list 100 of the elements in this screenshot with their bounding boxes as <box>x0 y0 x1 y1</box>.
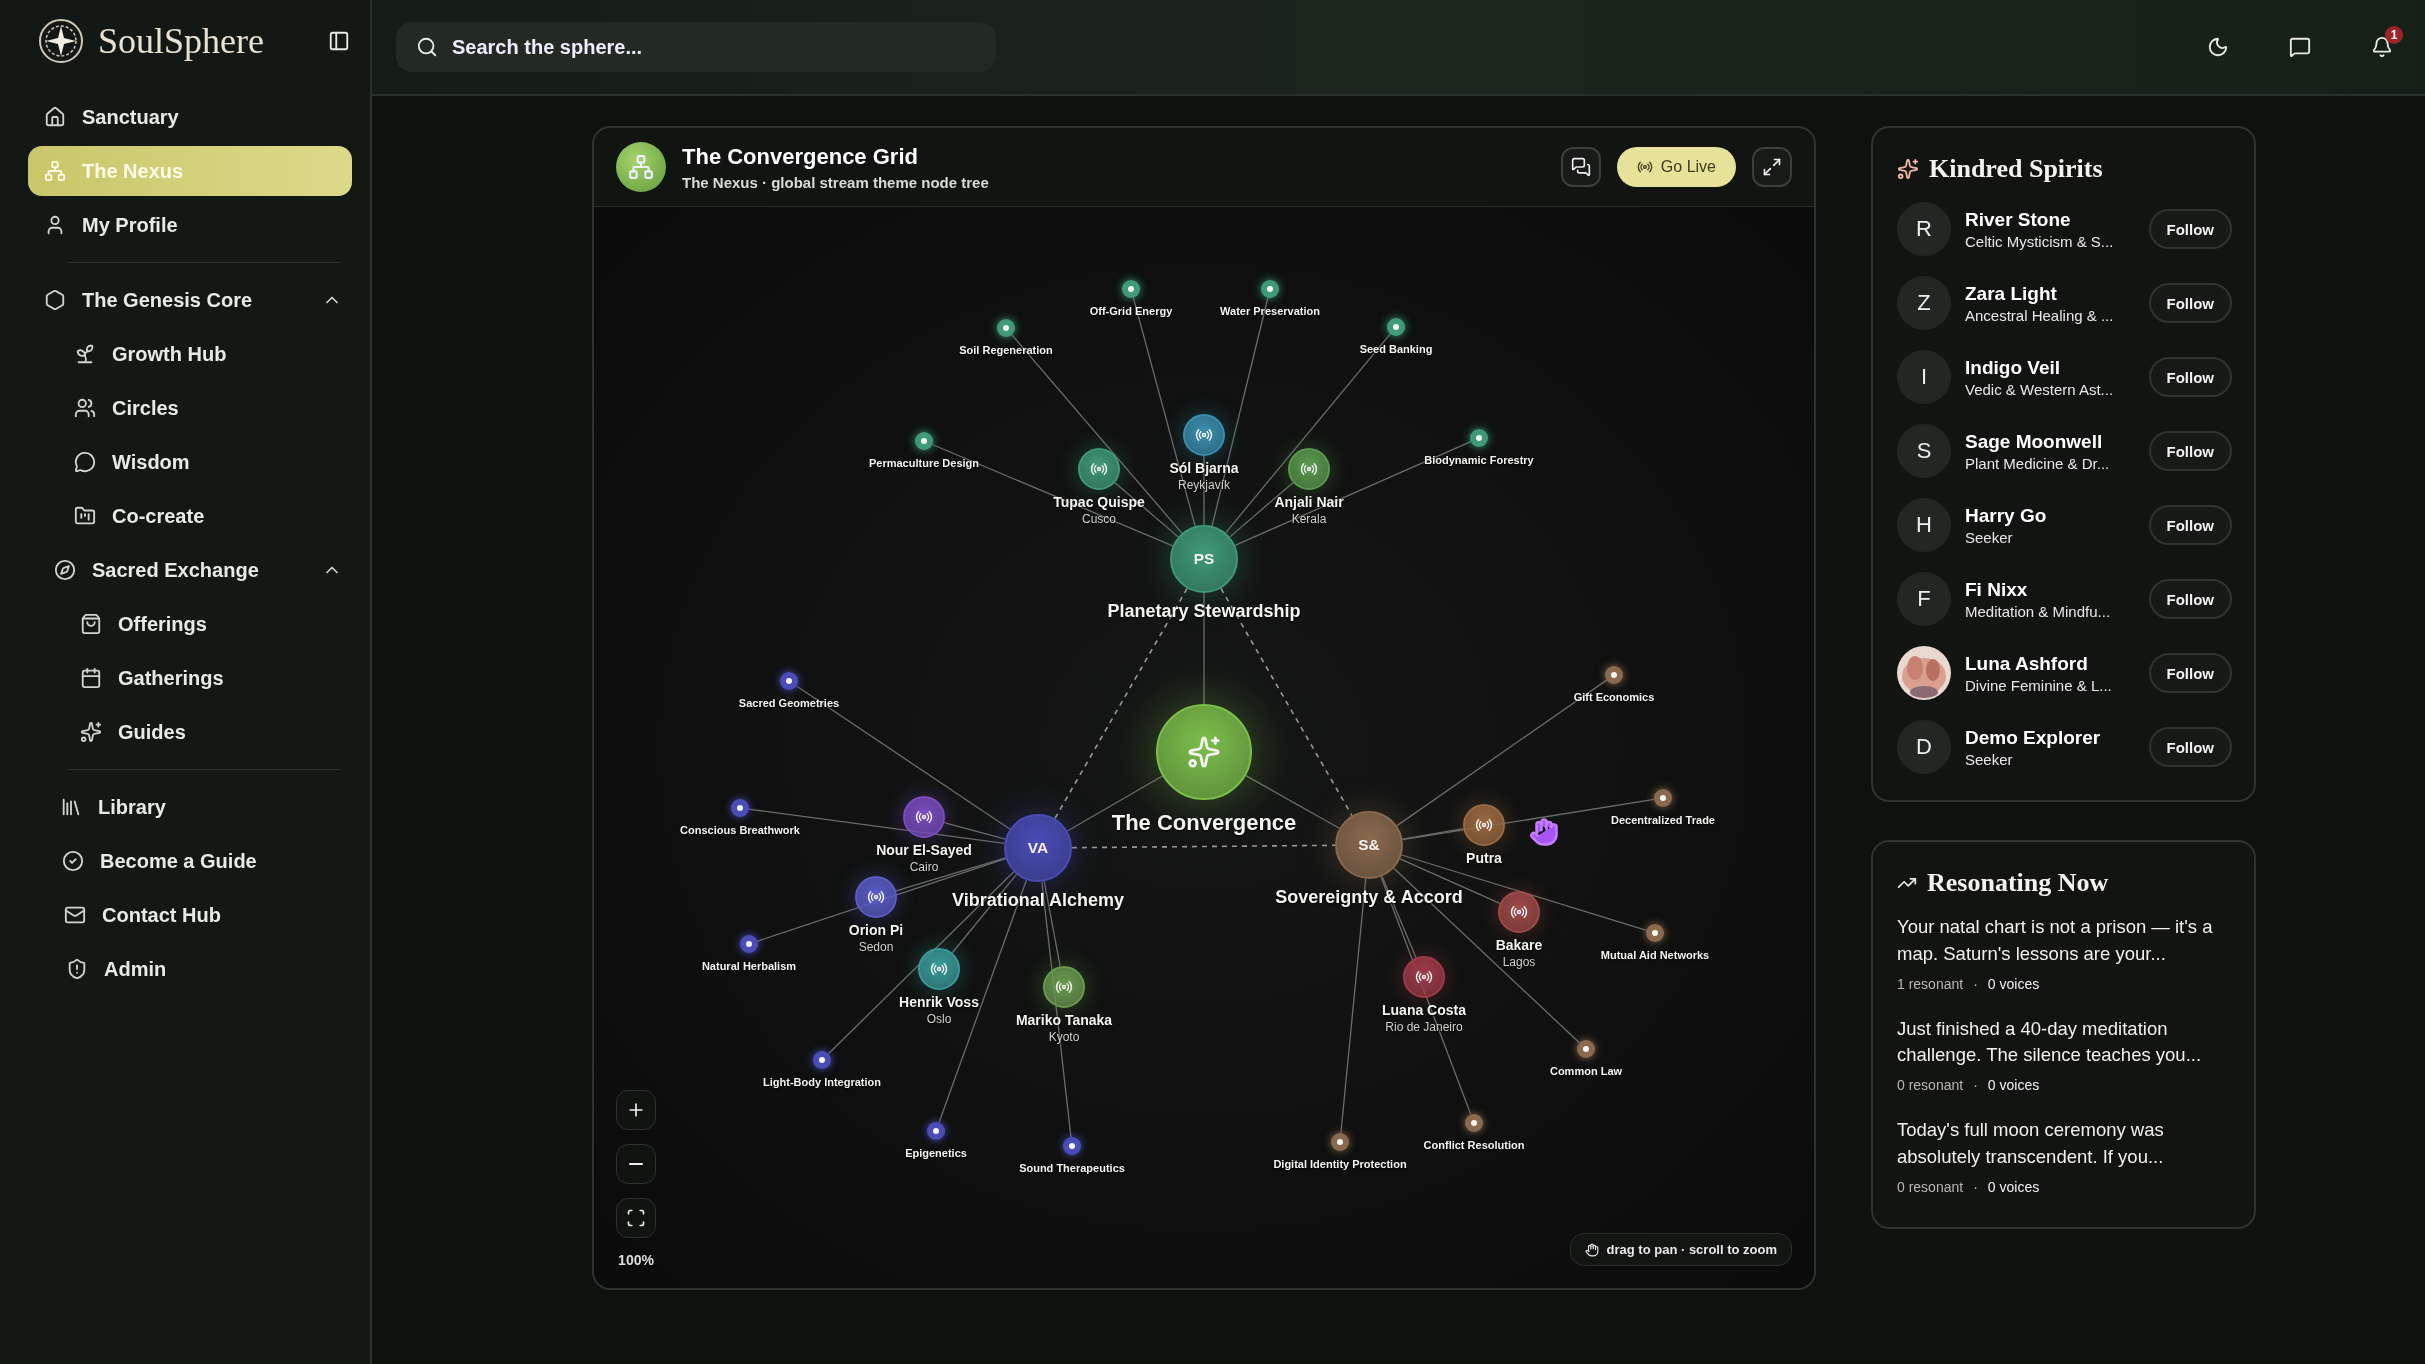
voices-count: 0 voices <box>1987 1077 2040 1094</box>
nav-item[interactable]: Guides <box>28 707 352 757</box>
topic-node[interactable] <box>1654 789 1672 807</box>
node-label: Vibrational Alchemy <box>951 890 1125 911</box>
topic-node[interactable] <box>813 1051 831 1069</box>
broadcast-icon <box>1195 426 1213 444</box>
topic-node[interactable] <box>1577 1040 1595 1058</box>
stream-node[interactable] <box>918 948 960 990</box>
broadcast-icon <box>1510 903 1528 921</box>
topic-node[interactable] <box>1261 280 1279 298</box>
follow-button[interactable]: Follow <box>2148 579 2232 619</box>
follow-button[interactable]: Follow <box>2148 653 2232 693</box>
stream-node[interactable] <box>855 876 897 918</box>
node-label: Light-Body Integration <box>763 1076 881 1088</box>
follow-button[interactable]: Follow <box>2148 505 2232 545</box>
nav-item[interactable]: Sanctuary <box>28 92 352 142</box>
stream-node[interactable] <box>1463 804 1505 846</box>
nav-item[interactable]: Library <box>28 782 352 832</box>
nav-item[interactable]: Wisdom <box>28 437 352 487</box>
node-label: Conflict Resolution <box>1423 1139 1525 1151</box>
search-field[interactable]: Search the sphere... <box>396 22 996 72</box>
person-name: Sage Moonwell <box>1965 430 2104 453</box>
connector-line <box>1203 455 1205 526</box>
fit-view-button[interactable] <box>616 1198 656 1238</box>
expand-button[interactable] <box>1752 147 1792 187</box>
streamer-name: Putra <box>1466 850 1502 866</box>
topic-node[interactable] <box>1331 1133 1349 1151</box>
streamer-city: Kerala <box>1291 512 1327 526</box>
topic-node[interactable] <box>1646 924 1664 942</box>
theme-node[interactable]: S& <box>1335 811 1403 879</box>
stream-node[interactable] <box>1043 966 1085 1008</box>
topic-node[interactable] <box>1122 280 1140 298</box>
node-label: Gift Economics <box>1573 691 1655 703</box>
broadcast-icon <box>915 808 933 826</box>
follow-button[interactable]: Follow <box>2148 431 2232 471</box>
person-tagline: Seeker <box>1965 528 2014 546</box>
stream-node[interactable] <box>1288 448 1330 490</box>
streamer-name: Anjali Nair <box>1274 494 1344 510</box>
notification-count: 1 <box>2385 26 2403 44</box>
topic-node[interactable] <box>1470 429 1488 447</box>
stream-node[interactable] <box>1498 891 1540 933</box>
zoom-level: 100% <box>618 1252 654 1268</box>
nav-item[interactable]: Co-create <box>28 491 352 541</box>
avatar: S <box>1897 424 1951 478</box>
post-excerpt[interactable]: Just finished a 40-day meditation challenge. The silence teaches you... <box>1897 1015 2232 1070</box>
node-label: Soil Regeneration <box>959 344 1053 356</box>
node-label: Seed Banking <box>1359 343 1433 355</box>
collapse-sidebar-icon[interactable] <box>328 30 350 52</box>
topic-node[interactable] <box>997 319 1015 337</box>
nav-group[interactable]: Sacred Exchange <box>28 545 352 595</box>
voices-count: 0 voices <box>1987 975 2040 992</box>
nav-item[interactable]: Gatherings <box>28 653 352 703</box>
stream-node[interactable] <box>1403 956 1445 998</box>
post-excerpt[interactable]: Your natal chart is not a prison — it's a map. Saturn's lessons are your... <box>1897 914 2232 968</box>
nav-item[interactable]: Become a Guide <box>28 836 352 886</box>
topic-node[interactable] <box>915 432 933 450</box>
chat-button[interactable] <box>1560 147 1601 187</box>
shield-icon <box>66 958 88 980</box>
topic-node[interactable] <box>731 799 749 817</box>
nav-item[interactable]: Circles <box>28 383 352 433</box>
follow-button[interactable]: Follow <box>2148 357 2232 397</box>
stream-node[interactable] <box>1183 414 1225 456</box>
hexagon-icon <box>44 289 66 311</box>
go-live-button[interactable]: Go Live <box>1616 147 1736 187</box>
fit-view-icon <box>626 1208 646 1228</box>
nav-item[interactable]: Growth Hub <box>28 329 352 379</box>
nav-item[interactable]: Admin <box>28 944 352 994</box>
nav-item[interactable]: Offerings <box>28 599 352 649</box>
topic-node[interactable] <box>1063 1137 1081 1155</box>
follow-button[interactable]: Follow <box>2148 727 2232 767</box>
person-tagline: Celtic Mysticism & S... <box>1965 232 2115 250</box>
nav-item[interactable]: Contact Hub <box>28 890 352 940</box>
avatar: H <box>1897 498 1951 552</box>
post-excerpt[interactable]: Today's full moon ceremony was absolutely transcendent. If you... <box>1897 1117 2232 1171</box>
broadcast-icon <box>1300 460 1318 478</box>
topic-node[interactable] <box>780 672 798 690</box>
zoom-in-button[interactable] <box>616 1090 656 1130</box>
app-name: SoulSphere <box>98 20 265 62</box>
notifications-button[interactable]: 1 <box>2359 24 2405 70</box>
chat-bubble-icon <box>2289 36 2311 58</box>
mail-icon <box>64 904 86 926</box>
stream-node[interactable] <box>1078 448 1120 490</box>
streamer-city: Cusco <box>1082 512 1116 526</box>
hint-text: drag to pan · scroll to zoom <box>1606 1242 1777 1257</box>
topic-node[interactable] <box>1387 318 1405 336</box>
avatar: I <box>1897 350 1951 404</box>
streamer-name: Sól Bjarna <box>1169 460 1239 476</box>
streamer-city: Oslo <box>926 1012 952 1026</box>
nav-item[interactable]: My Profile <box>28 200 352 250</box>
node-label: Permaculture Design <box>869 457 979 469</box>
theme-node[interactable]: VA <box>1004 814 1072 882</box>
follow-button[interactable]: Follow <box>2148 209 2232 249</box>
topic-node[interactable] <box>740 935 758 953</box>
stream-node[interactable] <box>903 796 945 838</box>
follow-button[interactable]: Follow <box>2148 283 2232 323</box>
nav-group[interactable]: The Genesis Core <box>28 275 352 325</box>
person-tagline: Seeker <box>1965 750 2014 768</box>
topic-node[interactable] <box>1605 666 1623 684</box>
topic-node[interactable] <box>927 1122 945 1140</box>
topic-node[interactable] <box>1465 1114 1483 1132</box>
